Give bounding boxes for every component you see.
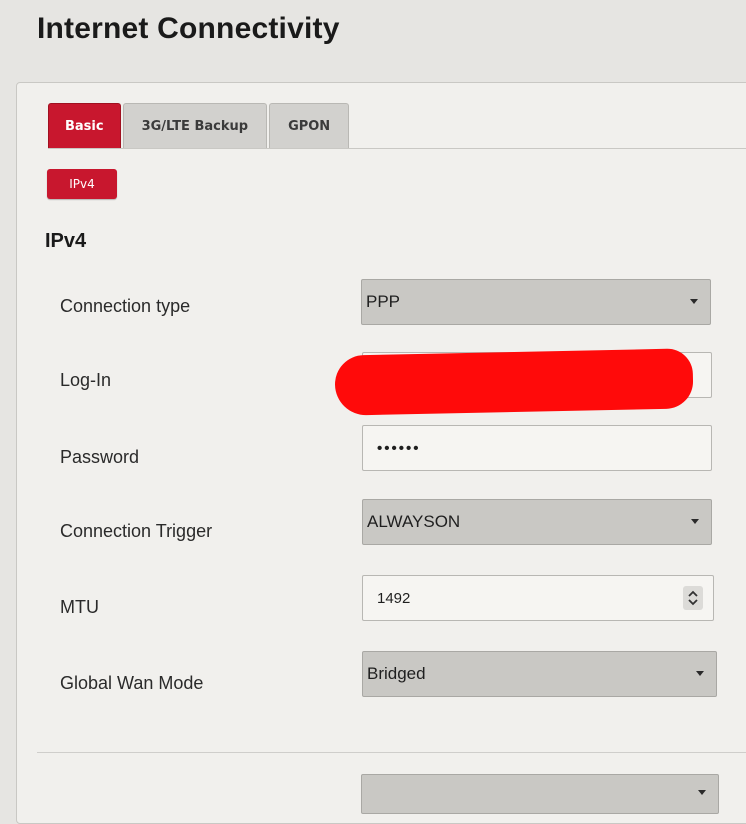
section-divider <box>37 752 746 753</box>
subtab-ipv4[interactable]: IPv4 <box>47 169 117 199</box>
connection-type-label: Connection type <box>60 296 191 316</box>
tab-gpon[interactable]: GPON <box>269 103 350 148</box>
chevron-down-icon <box>698 790 706 795</box>
password-input[interactable]: •••••• <box>362 425 712 471</box>
connection-type-value: PPP <box>366 292 401 311</box>
section-title: IPv4 <box>45 230 87 252</box>
password-value: •••••• <box>377 440 421 457</box>
connection-trigger-value: ALWAYSON <box>367 512 461 531</box>
tab-3g-lte-backup[interactable]: 3G/LTE Backup <box>122 103 268 148</box>
tab-basic[interactable]: Basic <box>48 103 121 148</box>
password-label: Password <box>60 447 140 467</box>
chevron-down-icon <box>690 299 698 304</box>
login-label: Log-In <box>60 370 112 390</box>
stepper-icon[interactable] <box>683 586 703 610</box>
mtu-label: MTU <box>60 597 99 617</box>
tab-divider <box>48 148 746 149</box>
mtu-input[interactable]: 1492 <box>362 575 714 621</box>
mtu-value: 1492 <box>377 590 411 607</box>
connection-trigger-select[interactable]: ALWAYSON <box>362 499 712 545</box>
redaction-mark <box>334 348 694 416</box>
tab-bar: Basic 3G/LTE Backup GPON <box>48 103 351 148</box>
chevron-down-icon <box>696 671 704 676</box>
connection-type-select[interactable]: PPP <box>361 279 711 325</box>
global-wan-mode-select[interactable]: Bridged <box>362 651 717 697</box>
chevron-down-icon <box>691 519 699 524</box>
global-wan-mode-label: Global Wan Mode <box>60 673 204 693</box>
page-title: Internet Connectivity <box>37 12 340 45</box>
partial-select[interactable] <box>361 774 719 814</box>
connection-trigger-label: Connection Trigger <box>60 521 213 541</box>
global-wan-mode-value: Bridged <box>367 664 426 683</box>
